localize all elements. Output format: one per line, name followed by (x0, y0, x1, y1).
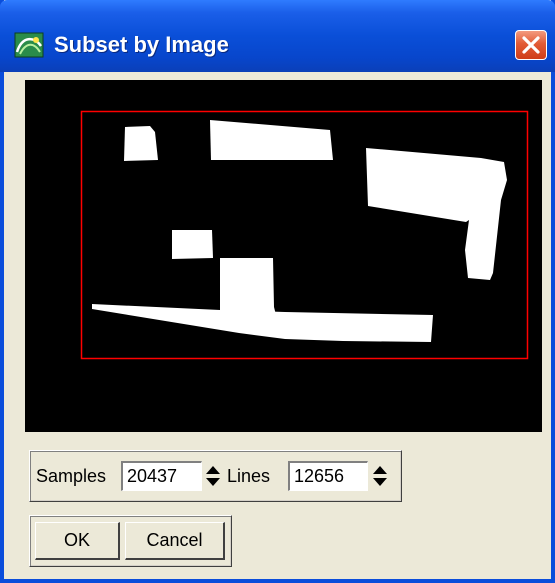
buttons-panel: OK Cancel (29, 515, 232, 567)
samples-label: Samples (36, 466, 107, 486)
spin-updown-icon (206, 466, 220, 486)
lines-spinner[interactable] (372, 464, 388, 488)
dimensions-panel: Samples 20437 Lines 12656 (29, 450, 402, 502)
spin-updown-icon (373, 466, 387, 486)
envi-app-icon (14, 32, 44, 58)
close-icon (522, 36, 540, 54)
image-preview[interactable] (25, 80, 542, 432)
close-button[interactable] (515, 30, 547, 60)
lines-label: Lines (227, 466, 271, 486)
subset-by-image-dialog: Subset by Image Samples 20437 Lines 1265… (0, 0, 555, 583)
cancel-button[interactable]: Cancel (125, 522, 225, 560)
title-bar[interactable]: Subset by Image (0, 0, 555, 72)
ok-button[interactable]: OK (35, 522, 120, 560)
samples-spinner[interactable] (205, 464, 221, 488)
window-title: Subset by Image (54, 32, 229, 57)
lines-field[interactable]: 12656 (288, 461, 368, 491)
samples-field[interactable]: 20437 (121, 461, 202, 491)
